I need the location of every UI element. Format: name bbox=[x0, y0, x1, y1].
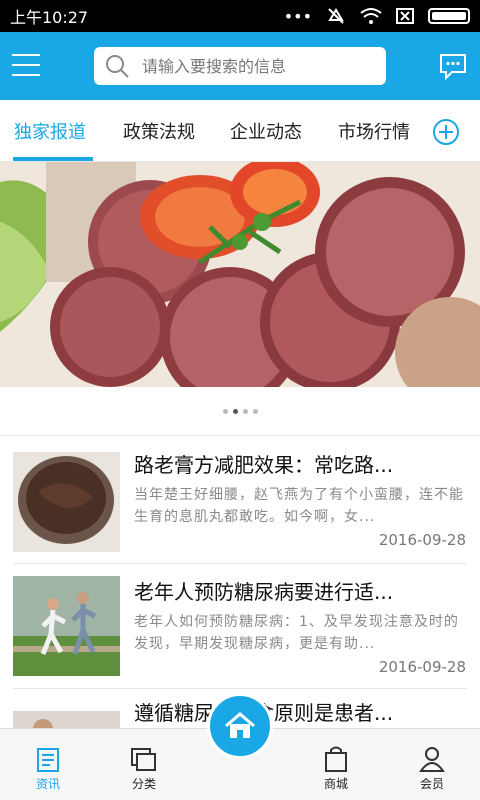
pagination-dot-active[interactable] bbox=[232, 408, 238, 414]
news-title[interactable]: 老年人预防糖尿病要进行适... bbox=[134, 576, 464, 605]
nav-member[interactable]: 会员 bbox=[402, 739, 462, 797]
news-summary: 当年楚王好细腰，赵飞燕为了有个小蛮腰，连不能生育的息肌丸都敢吃。如今啊，女... bbox=[134, 487, 464, 525]
news-thumbnail-paste-jar bbox=[13, 452, 120, 552]
nav-mall[interactable]: 商城 bbox=[306, 739, 366, 797]
banner-sausage-illustration bbox=[0, 162, 480, 387]
nav-category-label: 分类 bbox=[131, 777, 156, 791]
tab-policies[interactable]: 政策法规 bbox=[123, 118, 195, 144]
tab-exclusive-reports[interactable]: 独家报道 bbox=[14, 118, 86, 144]
menu-icon[interactable] bbox=[12, 50, 42, 80]
news-item[interactable]: 老年人预防糖尿病要进行适... 老年人如何预防糖尿病：1、及早发现注意及时的发现… bbox=[0, 564, 480, 691]
search-icon bbox=[106, 55, 129, 78]
tab-company-news[interactable]: 企业动态 bbox=[230, 118, 302, 144]
news-thumbnail-partial bbox=[13, 711, 120, 728]
news-date: 2016-09-28 bbox=[378, 658, 466, 676]
pagination-dot[interactable] bbox=[242, 408, 248, 414]
message-icon[interactable] bbox=[438, 52, 468, 80]
pagination-dot[interactable] bbox=[252, 408, 258, 414]
banner-pagination bbox=[0, 387, 480, 435]
user-icon bbox=[419, 747, 445, 772]
banner-image[interactable] bbox=[0, 162, 480, 387]
news-date: 2016-09-28 bbox=[378, 531, 466, 549]
battery-icon bbox=[428, 8, 470, 24]
home-icon bbox=[225, 712, 255, 738]
status-icons: ••• bbox=[284, 6, 470, 26]
more-dots-icon: ••• bbox=[283, 6, 312, 26]
search-input[interactable] bbox=[142, 56, 372, 76]
pagination-dot[interactable] bbox=[222, 408, 228, 414]
home-button[interactable] bbox=[207, 693, 273, 759]
nav-category[interactable]: 分类 bbox=[114, 739, 174, 797]
add-category-icon[interactable] bbox=[432, 118, 460, 146]
section-divider bbox=[0, 435, 480, 436]
nav-news[interactable]: 资讯 bbox=[18, 739, 78, 797]
news-thumbnail-runners bbox=[13, 576, 120, 676]
category-tabs: 独家报道 政策法规 企业动态 市场行情 bbox=[0, 100, 480, 162]
no-sim-icon bbox=[396, 8, 414, 24]
news-title[interactable]: 路老膏方减肥效果：常吃路... bbox=[134, 449, 464, 478]
nav-news-label: 资讯 bbox=[35, 777, 60, 791]
tab-market[interactable]: 市场行情 bbox=[338, 118, 410, 144]
wifi-icon bbox=[360, 8, 382, 24]
news-icon bbox=[37, 748, 59, 772]
shopping-bag-icon bbox=[325, 746, 347, 772]
mute-icon bbox=[328, 8, 344, 24]
status-time: 上午10:27 bbox=[10, 8, 89, 27]
news-title[interactable]: 遵循糖尿病饮食原则是患者... bbox=[134, 697, 464, 726]
news-item[interactable]: 路老膏方减肥效果：常吃路... 当年楚王好细腰，赵飞燕为了有个小蛮腰，连不能生育… bbox=[0, 437, 480, 564]
nav-member-label: 会员 bbox=[419, 777, 444, 791]
app-bar bbox=[0, 32, 480, 100]
search-box[interactable] bbox=[94, 47, 386, 85]
nav-mall-label: 商城 bbox=[323, 777, 348, 791]
active-tab-indicator bbox=[13, 157, 93, 161]
status-bar: 上午10:27 ••• bbox=[0, 0, 480, 32]
news-summary: 老年人如何预防糖尿病：1、及早发现注意及时的发现，早期发现糖尿病，更是有助... bbox=[134, 614, 459, 652]
category-icon bbox=[131, 748, 156, 771]
